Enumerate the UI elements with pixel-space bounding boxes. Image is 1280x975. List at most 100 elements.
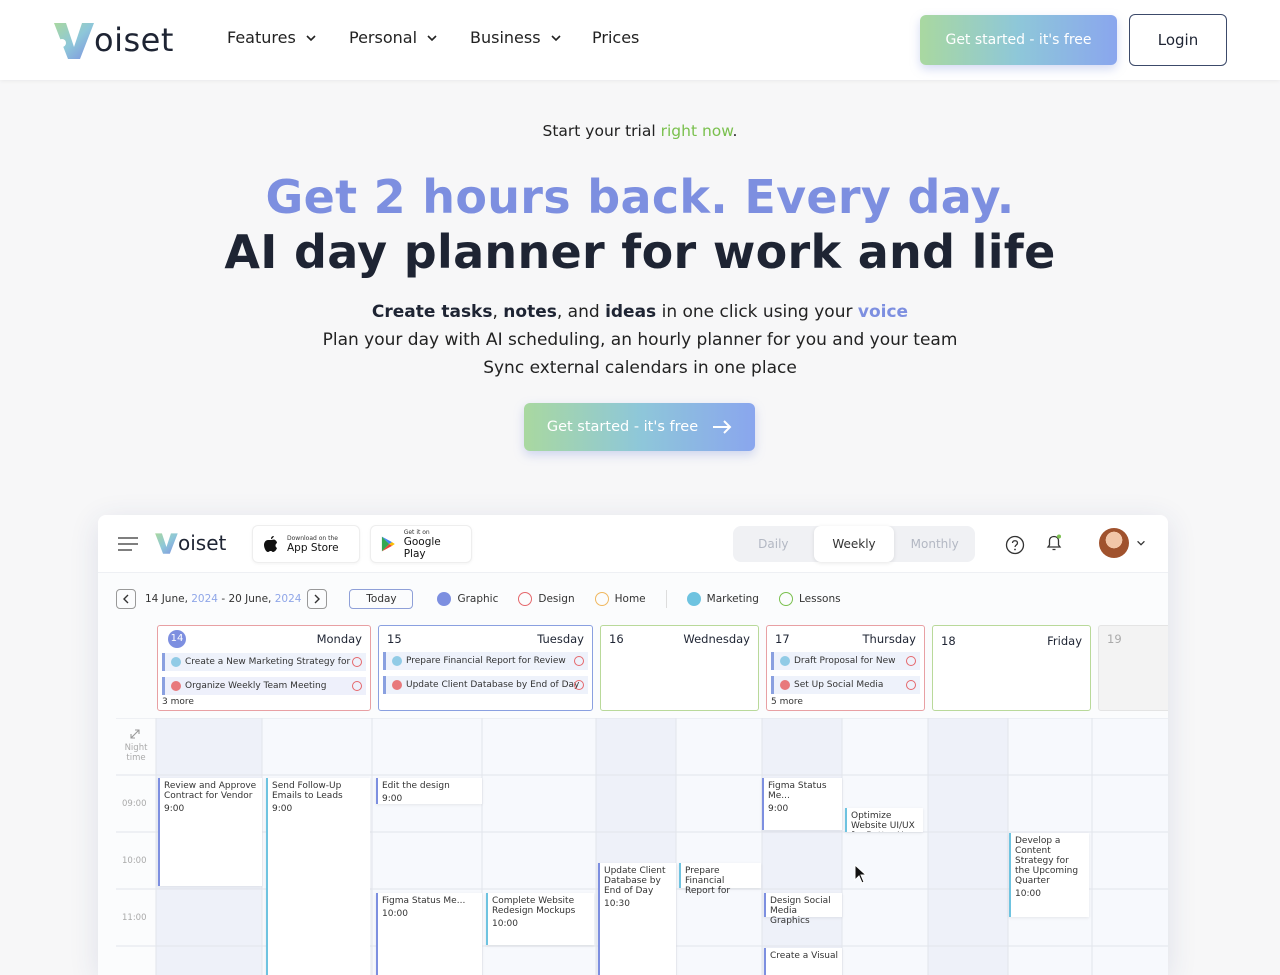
task-label: Create a New Marketing Strategy for <box>185 657 351 667</box>
nav-business[interactable]: Business <box>470 28 563 47</box>
task-item[interactable]: Organize Weekly Team Meeting <box>162 677 366 695</box>
nav-personal-label: Personal <box>349 28 418 47</box>
today-button[interactable]: Today <box>349 589 414 609</box>
event-card[interactable]: Create a Visual <box>764 948 842 975</box>
task-item[interactable]: Update Client Database by End of Day <box>383 676 588 694</box>
chevron-down-icon <box>427 34 437 41</box>
headline-secondary: AI day planner for work and life <box>224 225 1056 279</box>
prev-week-button[interactable] <box>116 589 136 609</box>
task-item[interactable]: Set Up Social Media <box>771 676 920 694</box>
filter-design[interactable]: Design <box>518 592 575 606</box>
voiset-logo[interactable]: oiset <box>52 18 174 62</box>
record-icon[interactable] <box>352 681 362 691</box>
get-started-button[interactable]: Get started - it's free <box>920 15 1117 65</box>
hero-get-started-button[interactable]: Get started - it's free <box>524 403 755 451</box>
text: , <box>492 302 498 322</box>
task-label: Set Up Social Media <box>794 680 884 690</box>
nav-features[interactable]: Features <box>227 28 318 47</box>
event-card[interactable]: Figma Status Me... 9:00 <box>762 778 842 830</box>
nav-personal[interactable]: Personal <box>349 28 439 47</box>
task-item[interactable]: Draft Proposal for New <box>771 652 920 670</box>
view-daily[interactable]: Daily <box>733 526 814 562</box>
appstore-small: Download on the <box>287 534 338 542</box>
time-label: 09:00 <box>122 799 147 809</box>
filter-lessons[interactable]: Lessons <box>778 592 841 606</box>
event-card[interactable]: Review and Approve Contract for Vendor 9:… <box>158 778 262 886</box>
trial-link[interactable]: right now <box>661 122 733 140</box>
record-icon[interactable] <box>574 680 584 690</box>
view-weekly[interactable]: Weekly <box>813 526 895 562</box>
time-label: 10:00 <box>122 856 147 866</box>
day-name: Thursday <box>862 632 916 646</box>
checkbox-empty-icon <box>778 592 793 606</box>
event-card[interactable]: Develop a Content Strategy for the Upcom… <box>1009 833 1089 917</box>
event-card[interactable]: Edit the design 9:00 <box>376 778 482 804</box>
filter-marketing[interactable]: Marketing <box>686 592 759 606</box>
day-card-17[interactable]: 17 Thursday Draft Proposal for New Set U… <box>766 625 925 711</box>
login-button[interactable]: Login <box>1129 14 1227 66</box>
filter-home[interactable]: Home <box>594 592 646 606</box>
more-link[interactable]: 3 more <box>162 697 194 707</box>
event-card[interactable]: Update Client Database by End of Day 10:3… <box>598 863 676 975</box>
task-item[interactable]: Prepare Financial Report for Review <box>383 652 588 670</box>
event-card[interactable]: Design Social Media Graphics <box>764 893 842 926</box>
app-store-badge[interactable]: Download on the App Store <box>252 525 360 563</box>
event-time: 9:00 <box>164 804 185 814</box>
hourly-grid: Night time 09:00 10:00 11:00 Review and … <box>116 718 1168 975</box>
app-preview: oiset Download on the App Store Get it on… <box>98 515 1168 975</box>
help-icon[interactable] <box>1005 535 1025 555</box>
day-card-16[interactable]: 16 Wednesday <box>600 625 759 711</box>
filter-label: Design <box>538 593 575 605</box>
more-link[interactable]: 5 more <box>771 697 803 707</box>
app-logo: oiset <box>154 531 226 555</box>
day-card-19[interactable]: 19 <box>1098 625 1168 711</box>
event-card[interactable]: Complete Website Redesign Mockups 10:00 <box>486 893 594 945</box>
record-icon[interactable] <box>906 656 916 666</box>
google-play-badge[interactable]: Get it on Google Play <box>370 525 472 563</box>
record-icon[interactable] <box>906 680 916 690</box>
event-title: Optimize Website UI/UX for Better U... <box>851 811 915 832</box>
googleplay-big: Google Play <box>403 535 441 560</box>
event-title: Complete Website Redesign Mockups <box>492 896 576 916</box>
day-number: 15 <box>387 632 402 646</box>
record-icon[interactable] <box>574 656 584 666</box>
day-name: Monday <box>316 632 362 646</box>
event-card[interactable]: Optimize Website UI/UX for Better U... <box>845 808 923 832</box>
divider <box>665 590 667 608</box>
view-switcher: Daily Weekly Monthly <box>733 526 975 562</box>
event-title: Prepare Financial Report for <box>685 866 731 896</box>
apple-icon <box>264 536 277 552</box>
day-card-14[interactable]: 14 Monday Create a New Marketing Strateg… <box>157 625 371 711</box>
checkbox-checked-icon <box>437 592 452 606</box>
range-start-year: 2024 <box>191 593 218 605</box>
brand-name: oiset <box>94 21 174 59</box>
menu-icon[interactable] <box>118 537 138 551</box>
range-end-year: 2024 <box>274 593 302 605</box>
day-card-15[interactable]: 15 Tuesday Prepare Financial Report for … <box>378 625 593 711</box>
event-card[interactable]: Send Follow-Up Emails to Leads 9:00 <box>266 778 370 975</box>
chevron-down-icon[interactable] <box>1135 537 1147 549</box>
record-icon[interactable] <box>352 657 362 667</box>
nav-prices[interactable]: Prices <box>592 28 639 47</box>
task-item[interactable]: Create a New Marketing Strategy for <box>162 653 366 671</box>
event-card[interactable]: Figma Status Me... 10:00 <box>376 893 482 975</box>
event-card[interactable]: Prepare Financial Report for <box>679 863 761 896</box>
avatar[interactable] <box>1099 528 1129 558</box>
day-name: Tuesday <box>537 632 584 646</box>
filter-graphic[interactable]: Graphic <box>437 592 498 606</box>
range-start: 14 June, <box>145 593 188 605</box>
bold-text: Create tasks <box>371 302 493 322</box>
view-monthly[interactable]: Monthly <box>894 526 975 562</box>
day-number: 17 <box>775 632 790 646</box>
next-week-button[interactable] <box>307 589 328 609</box>
filter-label: Graphic <box>457 593 499 605</box>
expand-icon[interactable] <box>129 728 141 740</box>
google-play-icon <box>381 536 395 552</box>
day-card-18[interactable]: 18 Friday <box>932 625 1091 711</box>
checkbox-empty-icon <box>518 592 533 606</box>
filter-label: Home <box>614 593 646 605</box>
event-time: 9:00 <box>768 804 789 814</box>
bell-icon[interactable] <box>1044 533 1064 553</box>
bold-text: ideas <box>605 302 657 322</box>
task-label: Prepare Financial Report for Review <box>406 656 566 666</box>
